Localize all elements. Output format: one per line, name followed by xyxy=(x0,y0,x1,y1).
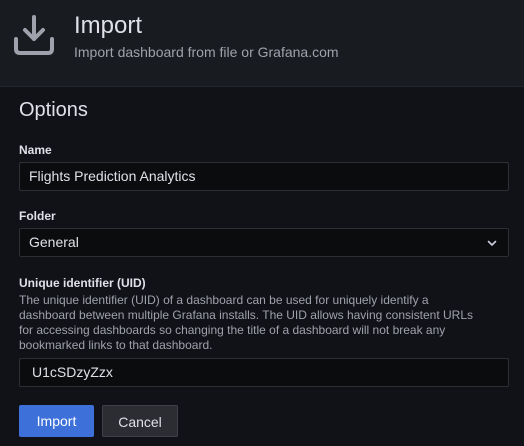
folder-select[interactable]: General xyxy=(19,228,509,257)
page-title: Import xyxy=(74,12,143,39)
options-panel xyxy=(0,88,524,446)
uid-label: Unique identifier (UID) xyxy=(19,276,146,290)
name-label: Name xyxy=(19,143,52,157)
download-icon xyxy=(14,15,54,55)
folder-select-value: General xyxy=(29,234,79,250)
name-input[interactable]: Flights Prediction Analytics xyxy=(19,162,509,191)
cancel-button[interactable]: Cancel xyxy=(102,405,178,437)
uid-input[interactable]: U1cSDzyZzx xyxy=(19,358,509,387)
uid-description-line: dashboard between multiple Grafana insta… xyxy=(19,308,474,322)
import-dashboard-page: Import Import dashboard from file or Gra… xyxy=(0,0,524,446)
folder-label: Folder xyxy=(19,209,56,223)
page-header: Import Import dashboard from file or Gra… xyxy=(0,0,524,87)
chevron-down-icon xyxy=(487,240,497,246)
uid-description-line: for accessing dashboards so changing the… xyxy=(19,323,446,337)
uid-description-line: bookmarked links to that dashboard. xyxy=(19,338,213,352)
page-subtitle: Import dashboard from file or Grafana.co… xyxy=(74,44,339,60)
uid-description-line: The unique identifier (UID) of a dashboa… xyxy=(19,293,429,307)
options-heading: Options xyxy=(19,99,88,121)
uid-description: The unique identifier (UID) of a dashboa… xyxy=(19,293,499,353)
import-button[interactable]: Import xyxy=(19,405,94,437)
